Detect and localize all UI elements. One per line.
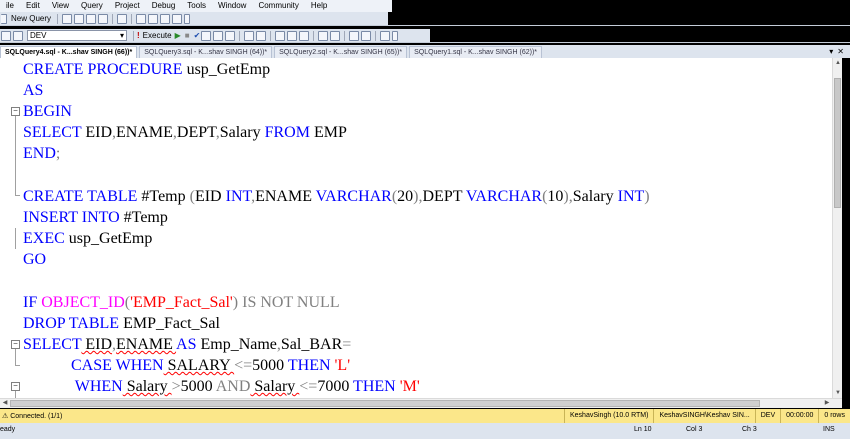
activity-monitor-icon[interactable] xyxy=(172,13,183,24)
code-line: BEGIN xyxy=(0,101,830,164)
line-number: Ln 10 xyxy=(634,426,652,433)
horizontal-scroll-thumb[interactable] xyxy=(10,400,760,407)
code-line: CASE WHEN SALARY <=5000 THEN 'L' xyxy=(0,355,830,398)
menu-query[interactable]: Query xyxy=(75,0,109,12)
vertical-scrollbar[interactable]: ▲ ▼ xyxy=(832,58,842,398)
query-designer-icon[interactable] xyxy=(213,30,224,41)
code-line: GO xyxy=(23,251,47,268)
database-name: DEV xyxy=(754,409,780,423)
available-databases-select[interactable]: DEV ▾ xyxy=(27,30,127,41)
tab-sqlquery4[interactable]: SQLQuery4.sql - K...shav SINGH (66))* xyxy=(0,46,138,58)
scroll-left-icon[interactable]: ◀ xyxy=(0,399,10,408)
debug-play-icon[interactable]: ▶ xyxy=(175,31,181,40)
menu-debug[interactable]: Debug xyxy=(146,0,182,12)
analysis-query-icon[interactable] xyxy=(74,13,85,24)
code-line: END; xyxy=(0,143,830,196)
query-status-bar: ⚠ Connected. (1/1) KeshavSingh (10.0 RTM… xyxy=(0,409,850,423)
code-line: − IF OBJECT_ID('EMP_Fact_Sal') IS NOT NU… xyxy=(0,292,830,355)
query-editor[interactable]: − CREATE PROCEDURE usp_GetEmp AS BEGIN S… xyxy=(0,58,842,398)
connection-status: ⚠ Connected. (1/1) xyxy=(2,413,63,420)
dmx-query-icon[interactable] xyxy=(98,13,109,24)
database-value: DEV xyxy=(30,31,47,40)
cancel-query-icon[interactable]: ■ xyxy=(185,31,190,40)
specify-template-values-icon[interactable] xyxy=(380,30,391,41)
menu-edit[interactable]: Edit xyxy=(20,0,46,12)
open-file-icon[interactable] xyxy=(136,13,147,24)
new-query-icon[interactable] xyxy=(1,13,7,24)
menu-bar: ile Edit View Query Project Debug Tools … xyxy=(0,0,850,12)
increase-indent-icon[interactable] xyxy=(361,30,372,41)
save-icon[interactable] xyxy=(148,13,159,24)
code-line: DROP TABLE EMP_Fact_Sal xyxy=(0,313,830,366)
toolbar2-options-icon[interactable] xyxy=(392,30,399,41)
server-name: KeshavSingh (10.0 RTM) xyxy=(563,409,653,423)
standard-toolbar: New Query xyxy=(0,12,850,26)
row-count: 0 rows xyxy=(818,409,850,423)
code-line: SELECT EID,ENAME,DEPT,Salary FROM EMP xyxy=(0,122,830,185)
xmla-query-icon[interactable] xyxy=(117,13,128,24)
elapsed-time: 00:00:00 xyxy=(780,409,818,423)
results-to-grid-icon[interactable] xyxy=(287,30,298,41)
vertical-scroll-thumb[interactable] xyxy=(834,78,841,208)
code-line: CREATE TABLE #Temp (EID INT,ENAME VARCHA… xyxy=(0,186,830,249)
character-number: Ch 3 xyxy=(742,426,757,433)
menu-tools[interactable]: Tools xyxy=(181,0,212,12)
tab-sqlquery1[interactable]: SQLQuery1.sql - K...shav SINGH (62))* xyxy=(409,46,543,58)
include-actual-plan-icon[interactable] xyxy=(244,30,255,41)
toolbar-options-icon[interactable] xyxy=(184,13,191,24)
column-number: Col 3 xyxy=(686,426,703,433)
connect-icon[interactable] xyxy=(1,30,11,41)
application-status-bar: eady Ln 10 Col 3 Ch 3 INS xyxy=(0,423,850,439)
user-name: KeshavSINGH\Keshav SIN... xyxy=(653,409,754,423)
tab-sqlquery3[interactable]: SQLQuery3.sql - K...shav SINGH (64))* xyxy=(139,46,273,58)
menu-community[interactable]: Community xyxy=(252,0,304,12)
execute-button[interactable]: Execute xyxy=(140,29,175,43)
menu-project[interactable]: Project xyxy=(109,0,146,12)
intellisense-icon[interactable] xyxy=(225,30,236,41)
tab-sqlquery2[interactable]: SQLQuery2.sql - K...shav SINGH (65))* xyxy=(274,46,408,58)
code-line: − SELECT EID,ENAME AS Emp_Name,Sal_BAR= xyxy=(0,334,830,397)
comment-out-icon[interactable] xyxy=(318,30,329,41)
ready-status: eady xyxy=(0,426,16,433)
menu-view[interactable]: View xyxy=(46,0,75,12)
results-to-text-icon[interactable] xyxy=(275,30,286,41)
sql-editor-toolbar: DEV ▾ ! Execute ▶ ■ ✔ xyxy=(0,29,850,43)
horizontal-scrollbar[interactable]: ◀ ▶ xyxy=(0,398,842,408)
mdx-query-icon[interactable] xyxy=(86,13,97,24)
code-line: AS xyxy=(0,80,830,143)
document-tabs: SQLQuery4.sql - K...shav SINGH (66))* SQ… xyxy=(0,45,850,58)
menu-help[interactable]: Help xyxy=(305,0,333,12)
scroll-right-icon[interactable]: ▶ xyxy=(822,399,832,408)
change-connection-icon[interactable] xyxy=(13,30,23,41)
menu-window[interactable]: Window xyxy=(212,0,252,12)
insert-mode: INS xyxy=(823,426,835,433)
display-estimated-plan-icon[interactable] xyxy=(201,30,212,41)
results-to-file-icon[interactable] xyxy=(299,30,310,41)
client-statistics-icon[interactable] xyxy=(256,30,267,41)
connected-icon: ⚠ xyxy=(2,413,11,420)
chevron-down-icon: ▾ xyxy=(119,31,124,40)
code-line: WHEN Salary >5000 AND Salary <=7000 THEN… xyxy=(0,376,830,397)
close-icon[interactable]: ✕ xyxy=(837,46,844,58)
tab-dropdown-icon[interactable]: ▾ xyxy=(829,46,833,58)
code-line: EXEC usp_GetEmp xyxy=(23,230,153,247)
uncomment-icon[interactable] xyxy=(330,30,341,41)
code-line: INSERT INTO #Temp xyxy=(23,209,168,226)
database-engine-query-icon[interactable] xyxy=(62,13,73,24)
new-query-button[interactable]: New Query xyxy=(8,12,54,26)
code-line: − CREATE PROCEDURE usp_GetEmp xyxy=(0,59,830,122)
save-all-icon[interactable] xyxy=(160,13,171,24)
decrease-indent-icon[interactable] xyxy=(349,30,360,41)
menu-file[interactable]: ile xyxy=(0,0,20,12)
parse-check-icon[interactable]: ✔ xyxy=(194,31,201,40)
